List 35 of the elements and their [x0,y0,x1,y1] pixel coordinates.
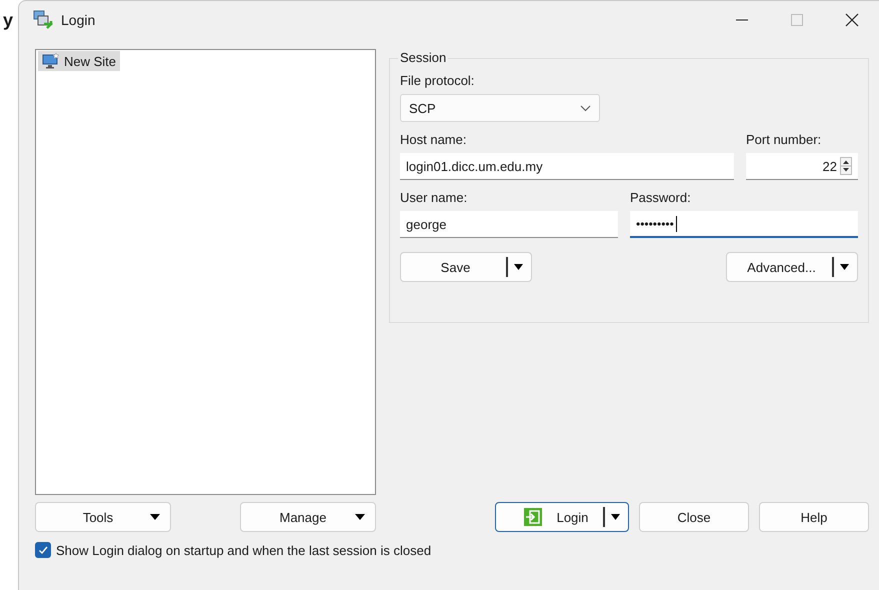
dialog-button[interactable]: Close [639,502,749,532]
caret-icon [514,264,523,270]
host-field[interactable]: login01.dicc.um.edu.my [400,153,734,180]
save-button[interactable]: Save [400,252,532,282]
spinner-icon[interactable] [840,157,852,175]
caret-icon [611,514,620,520]
protocol-dropdown[interactable]: SCP [400,94,600,122]
field-label: File protocol: [400,73,476,88]
field-label: Host name: [400,132,468,147]
checkbox[interactable] [35,542,51,558]
menu-button[interactable]: Manage [240,502,376,532]
login-icon [524,508,542,526]
close-icon[interactable] [845,13,859,27]
field-label: Password: [630,190,692,205]
field-label: User name: [400,190,468,205]
menu-button[interactable]: Tools [35,502,171,532]
advanced-button[interactable]: Advanced... [726,252,858,282]
checkbox-label: Show Login dialog on startup and when the last session is closed [56,542,432,558]
chevron-down-icon [580,104,591,112]
app-icon [33,10,53,30]
login-button[interactable]: Login [495,502,629,532]
site-item[interactable]: New Site [38,51,120,71]
username-field[interactable]: george [400,211,618,238]
window-title: Login [61,12,96,28]
checkmark-icon [37,544,49,556]
caret-icon [840,264,849,270]
dialog-button[interactable]: Help [759,502,869,532]
field-label: Port number: [746,132,822,147]
caret-icon [355,514,365,520]
password-field[interactable]: ••••••••• [630,211,858,238]
port-field[interactable]: 22 [746,153,858,180]
caret-icon [150,514,160,520]
monitor-icon [42,53,60,69]
background-text: y [3,10,14,30]
group-title: Session [398,50,448,65]
